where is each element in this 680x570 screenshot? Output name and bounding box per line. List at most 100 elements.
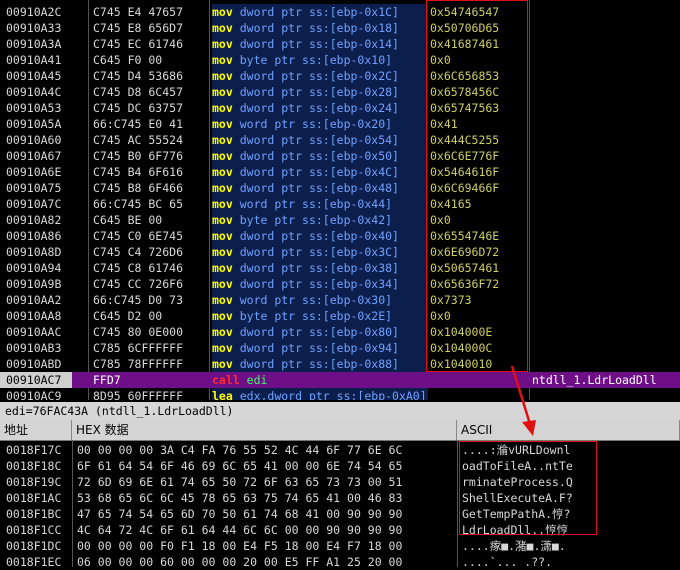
instruction-mnemonic: mov — [212, 85, 233, 99]
instruction-address: 00910A60 — [6, 133, 62, 147]
instruction-text: mov byte ptr ss:[ebp-0x10] — [212, 52, 428, 68]
instruction-mnemonic: mov — [212, 293, 233, 307]
instruction-mnemonic: lea — [212, 389, 233, 400]
instruction-operands: byte ptr ss:[ebp-0x2E] — [239, 309, 393, 323]
instruction-text: mov dword ptr ss:[ebp-0x88] — [212, 356, 428, 372]
instruction-mnemonic: call — [212, 373, 240, 387]
instruction-operands: dword ptr ss:[ebp-0x24] — [239, 101, 399, 115]
instruction-operands: dword ptr ss:[ebp-0x80] — [239, 325, 399, 339]
instruction-bytes: C745 DC 63757 — [93, 101, 184, 115]
instruction-text: mov dword ptr ss:[ebp-0x94] — [212, 340, 428, 356]
instruction-text: mov dword ptr ss:[ebp-0x48] — [212, 180, 428, 196]
header-ascii[interactable]: ASCII — [457, 420, 680, 440]
instruction-address: 00910A8D — [6, 245, 62, 259]
instruction-mnemonic: mov — [212, 357, 233, 371]
instruction-operands: dword ptr ss:[ebp-0x48] — [239, 181, 399, 195]
dump-address: 0018F1CC — [6, 523, 62, 537]
instruction-text: mov byte ptr ss:[ebp-0x42] — [212, 212, 428, 228]
instruction-text: mov word ptr ss:[ebp-0x44] — [212, 196, 428, 212]
instruction-mnemonic: mov — [212, 149, 233, 163]
disasm-row[interactable]: 00910AB3 C785 6CFFFFFF mov dword ptr ss:[e… — [0, 340, 680, 356]
disasm-row[interactable]: 00910A94 C745 C8 61746 mov dword ptr ss:[e… — [0, 260, 680, 276]
instruction-mnemonic: mov — [212, 53, 233, 67]
disasm-row[interactable]: 00910A2C C745 E4 47657 mov dword ptr ss:[e… — [0, 4, 680, 20]
disasm-row[interactable]: 00910A82 C645 BE 00 mov byte ptr ss:[ebp-0… — [0, 212, 680, 228]
disasm-row[interactable]: 00910AC9 8D95 60FFFFFF lea edx,dword ptr s… — [0, 388, 680, 400]
instruction-text: mov dword ptr ss:[ebp-0x24] — [212, 100, 428, 116]
instruction-operands: word ptr ss:[ebp-0x44] — [239, 197, 393, 211]
disasm-row[interactable]: 00910A53 C745 DC 63757 mov dword ptr ss:[e… — [0, 100, 680, 116]
instruction-operands: word ptr ss:[ebp-0x30] — [239, 293, 393, 307]
disasm-row[interactable]: 00910A33 C745 E8 656D7 mov dword ptr ss:[e… — [0, 20, 680, 36]
instruction-bytes: C745 80 0E000 — [93, 325, 184, 339]
instruction-address: 00910ABD — [6, 357, 62, 371]
ascii-strings-highlight-box — [459, 441, 597, 535]
disasm-row[interactable]: 00910A45 C745 D4 53686 mov dword ptr ss:[e… — [0, 68, 680, 84]
instruction-operands: dword ptr ss:[ebp-0x28] — [239, 85, 399, 99]
register-status-line: edi=76FAC43A (ntdll_1.LdrLoadDll) — [0, 402, 680, 420]
instruction-address: 00910A5A — [6, 117, 62, 131]
instruction-operands: dword ptr ss:[ebp-0x1C] — [239, 5, 399, 19]
instruction-operands: dword ptr ss:[ebp-0x54] — [239, 133, 399, 147]
disasm-row[interactable]: 00910A7C 66:C745 BC 65 mov word ptr ss:[eb… — [0, 196, 680, 212]
instruction-address: 00910A4C — [6, 85, 62, 99]
instruction-operands: dword ptr ss:[ebp-0x94] — [239, 341, 399, 355]
dump-hex-bytes: 6F 61 64 54 6F 46 69 6C 65 41 00 00 6E 7… — [77, 459, 403, 473]
header-hex-data[interactable]: HEX 数据 — [72, 420, 457, 440]
instruction-bytes: 66:C745 E0 41 — [93, 117, 184, 131]
disasm-row[interactable]: 00910A67 C745 B0 6F776 mov dword ptr ss:[e… — [0, 148, 680, 164]
instruction-bytes: C745 CC 726F6 — [93, 277, 184, 291]
instruction-mnemonic: mov — [212, 277, 233, 291]
instruction-text: mov dword ptr ss:[ebp-0x80] — [212, 324, 428, 340]
instruction-mnemonic: mov — [212, 245, 233, 259]
instruction-operands: dword ptr ss:[ebp-0x18] — [239, 21, 399, 35]
instruction-bytes: C745 B8 6F466 — [93, 181, 184, 195]
disasm-row[interactable]: 00910A3A C745 EC 61746 mov dword ptr ss:[e… — [0, 36, 680, 52]
instruction-text: mov dword ptr ss:[ebp-0x14] — [212, 36, 428, 52]
instruction-text: lea edx,dword ptr ss:[ebp-0xA0] — [212, 388, 428, 400]
instruction-text: mov dword ptr ss:[ebp-0x28] — [212, 84, 428, 100]
disasm-row[interactable]: 00910AA8 C645 D2 00 mov byte ptr ss:[ebp-0… — [0, 308, 680, 324]
instruction-address: 00910A2C — [6, 5, 62, 19]
disassembly-pane[interactable]: 00910A2C C745 E4 47657 mov dword ptr ss:[e… — [0, 0, 680, 400]
instruction-operands: dword ptr ss:[ebp-0x3C] — [239, 245, 399, 259]
instruction-address: 00910A67 — [6, 149, 62, 163]
disasm-row[interactable]: 00910A75 C745 B8 6F466 mov dword ptr ss:[e… — [0, 180, 680, 196]
instruction-mnemonic: mov — [212, 261, 233, 275]
disasm-row[interactable]: 00910A60 C745 AC 55524 mov dword ptr ss:[e… — [0, 132, 680, 148]
instruction-address: 00910A41 — [6, 53, 62, 67]
dump-hex-bytes: 00 00 00 00 F0 F1 18 00 E4 F5 18 00 E4 F… — [77, 539, 403, 553]
instruction-bytes: C745 D4 53686 — [93, 69, 184, 83]
instruction-bytes: C785 78FFFFFF — [93, 357, 184, 371]
instruction-operands: dword ptr ss:[ebp-0x4C] — [239, 165, 399, 179]
instruction-operands: dword ptr ss:[ebp-0x38] — [239, 261, 399, 275]
dump-ascii: ....瘃■.潴■.潇■. — [462, 539, 566, 553]
disasm-row[interactable]: 00910A8D C745 C4 726D6 mov dword ptr ss:[e… — [0, 244, 680, 260]
disasm-row[interactable]: 00910AC7 FFD7 call edi ntdll_1.LdrLoadDll — [0, 372, 680, 388]
instruction-operands: byte ptr ss:[ebp-0x10] — [239, 53, 393, 67]
disasm-row[interactable]: 00910AA2 66:C745 D0 73 mov word ptr ss:[eb… — [0, 292, 680, 308]
disasm-row[interactable]: 00910A5A 66:C745 E0 41 mov word ptr ss:[eb… — [0, 116, 680, 132]
instruction-bytes: C785 6CFFFFFF — [93, 341, 184, 355]
instruction-comment: ntdll_1.LdrLoadDll — [532, 373, 657, 387]
dump-row[interactable]: 0018F1DC 00 00 00 00 F0 F1 18 00 E4 F5 18… — [0, 538, 680, 554]
dump-hex-bytes: 47 65 74 54 65 6D 70 50 61 74 68 41 00 9… — [77, 507, 403, 521]
header-address[interactable]: 地址 — [0, 420, 72, 440]
disasm-row[interactable]: 00910A86 C745 C0 6E745 mov dword ptr ss:[e… — [0, 228, 680, 244]
disasm-row[interactable]: 00910A41 C645 F0 00 mov byte ptr ss:[ebp-0… — [0, 52, 680, 68]
dump-address: 0018F18C — [6, 459, 62, 473]
instruction-address: 00910AC9 — [6, 389, 62, 400]
disasm-row[interactable]: 00910AAC C745 80 0E000 mov dword ptr ss:[e… — [0, 324, 680, 340]
instruction-mnemonic: mov — [212, 181, 233, 195]
instruction-operands: dword ptr ss:[ebp-0x14] — [239, 37, 399, 51]
dump-address: 0018F1EC — [6, 555, 62, 569]
dump-address: 0018F17C — [6, 443, 62, 457]
disasm-row[interactable]: 00910A6E C745 B4 6F616 mov dword ptr ss:[e… — [0, 164, 680, 180]
dump-row[interactable]: 0018F1EC 06 00 00 00 60 00 00 00 20 00 E5… — [0, 554, 680, 570]
instruction-mnemonic: mov — [212, 37, 233, 51]
instruction-bytes: FFD7 — [93, 373, 121, 387]
disasm-row[interactable]: 00910A9B C745 CC 726F6 mov dword ptr ss:[e… — [0, 276, 680, 292]
disasm-row[interactable]: 00910ABD C785 78FFFFFF mov dword ptr ss:[e… — [0, 356, 680, 372]
disasm-row[interactable]: 00910A4C C745 D8 6C457 mov dword ptr ss:[e… — [0, 84, 680, 100]
instruction-text: mov word ptr ss:[ebp-0x20] — [212, 116, 428, 132]
